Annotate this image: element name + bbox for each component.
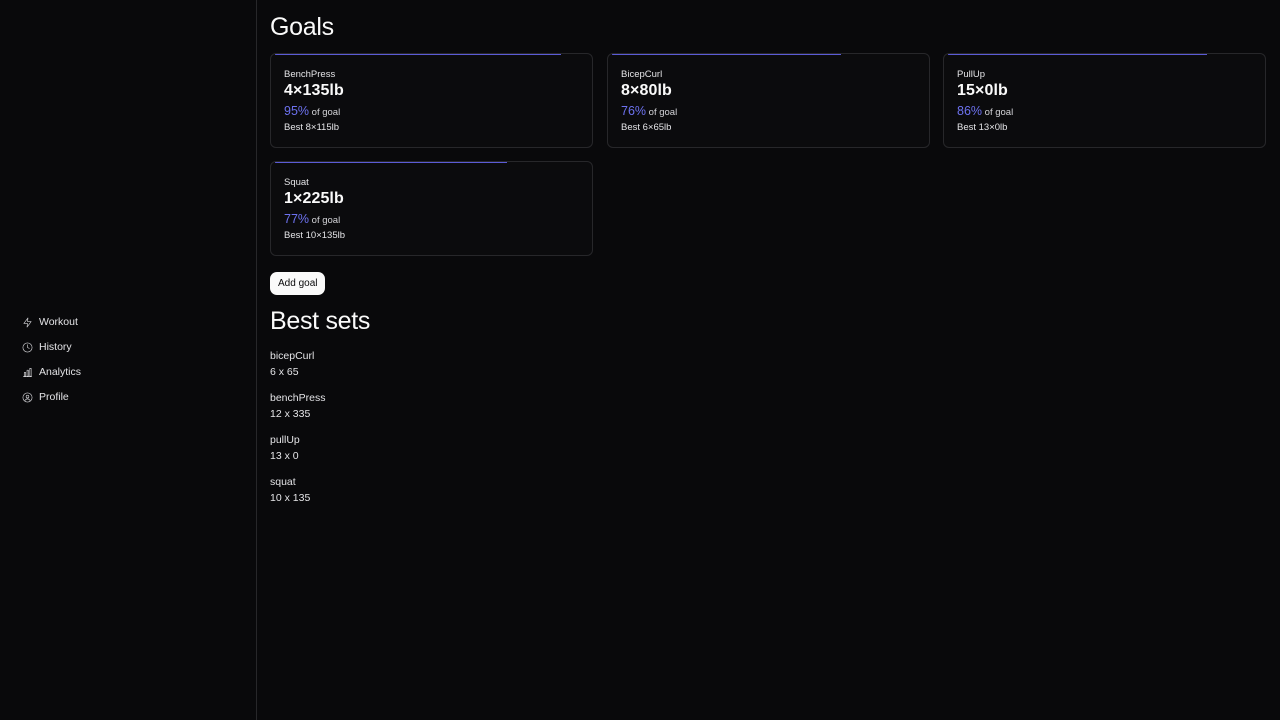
goal-target: 8×80lb xyxy=(621,82,672,99)
goal-percent: 77% xyxy=(284,212,310,226)
sidebar-item-analytics[interactable]: Analytics xyxy=(22,363,81,381)
best-set-value: 10 x 135 xyxy=(270,492,311,504)
goals-title: Goals xyxy=(270,13,334,41)
goal-exercise-name: BenchPress xyxy=(284,69,336,80)
best-sets-title: Best sets xyxy=(270,307,371,335)
best-set-value: 13 x 0 xyxy=(270,450,299,462)
goal-target: 15×0lb xyxy=(957,82,1008,99)
goal-progress-fill xyxy=(275,54,561,55)
sidebar-nav: Workout History Analytics Profile xyxy=(22,313,81,406)
goal-progress-track xyxy=(275,162,576,163)
goal-card-pullup[interactable]: PullUp 15×0lb 86% of goal Best 13×0lb xyxy=(943,53,1266,148)
goal-card-bicepcurl[interactable]: BicepCurl 8×80lb 76% of goal Best 6×65lb xyxy=(607,53,930,148)
goal-progress-fill xyxy=(612,54,841,55)
goal-progress-fill xyxy=(275,162,507,163)
sidebar-item-history[interactable]: History xyxy=(22,338,81,356)
clock-icon xyxy=(22,342,33,352)
goal-percent: 86% xyxy=(957,104,983,118)
goal-progress-track xyxy=(948,54,1249,55)
goal-exercise-name: Squat xyxy=(284,177,309,188)
best-set-exercise: benchPress xyxy=(270,392,326,404)
goal-progress-track xyxy=(275,54,576,55)
sidebar-item-workout[interactable]: Workout xyxy=(22,313,81,331)
goal-best: Best 6×65lb xyxy=(621,122,672,133)
sidebar-item-label: Profile xyxy=(39,391,69,403)
sidebar-item-label: History xyxy=(39,341,72,353)
app-root: Workout History Analytics Profile Goals … xyxy=(0,0,1280,720)
goal-percent-row: 95% of goal xyxy=(284,104,340,118)
goal-best: Best 8×115lb xyxy=(284,122,340,133)
goal-percent: 76% xyxy=(621,104,647,118)
goal-percent-suffix: of goal xyxy=(984,107,1014,118)
best-set-exercise: squat xyxy=(270,476,296,488)
sidebar-item-label: Analytics xyxy=(39,366,82,378)
goal-best: Best 13×0lb xyxy=(957,122,1008,133)
goals-grid: BenchPress 4×135lb 95% of goal Best 8×11… xyxy=(270,53,1280,259)
goal-card-benchpress[interactable]: BenchPress 4×135lb 95% of goal Best 8×11… xyxy=(270,53,593,148)
list-item: squat 10 x 135 xyxy=(270,474,1280,506)
add-goal-button[interactable]: Add goal xyxy=(270,272,326,295)
sidebar-item-profile[interactable]: Profile xyxy=(22,388,81,406)
goal-percent-row: 77% of goal xyxy=(284,212,340,226)
goal-percent-row: 76% of goal xyxy=(621,104,677,118)
best-sets-list: bicepCurl 6 x 65 benchPress 12 x 335 pul… xyxy=(270,348,1280,506)
goal-best: Best 10×135lb xyxy=(284,230,346,241)
sidebar: Workout History Analytics Profile xyxy=(0,0,257,720)
goal-percent-suffix: of goal xyxy=(648,107,678,118)
best-set-exercise: pullUp xyxy=(270,434,300,446)
goal-target: 4×135lb xyxy=(284,82,344,99)
list-item: bicepCurl 6 x 65 xyxy=(270,348,1280,380)
goal-percent: 95% xyxy=(284,104,310,118)
goal-progress-fill xyxy=(948,54,1207,55)
list-item: benchPress 12 x 335 xyxy=(270,390,1280,422)
goal-percent-suffix: of goal xyxy=(311,107,341,118)
user-circle-icon xyxy=(22,392,33,402)
best-set-exercise: bicepCurl xyxy=(270,350,315,362)
goal-progress-track xyxy=(612,54,913,55)
goal-exercise-name: PullUp xyxy=(957,69,985,80)
goal-exercise-name: BicepCurl xyxy=(621,69,663,80)
best-set-value: 12 x 335 xyxy=(270,408,311,420)
goal-percent-suffix: of goal xyxy=(311,215,341,226)
sidebar-item-label: Workout xyxy=(39,316,78,328)
goal-card-squat[interactable]: Squat 1×225lb 77% of goal Best 10×135lb xyxy=(270,161,593,256)
lightning-icon xyxy=(23,317,32,327)
list-item: pullUp 13 x 0 xyxy=(270,432,1280,464)
bar-chart-icon xyxy=(23,367,32,377)
main-content: Goals BenchPress 4×135lb 95% of goal Bes… xyxy=(257,0,1280,720)
best-set-value: 6 x 65 xyxy=(270,366,299,378)
goal-percent-row: 86% of goal xyxy=(957,104,1013,118)
goal-target: 1×225lb xyxy=(284,190,344,207)
